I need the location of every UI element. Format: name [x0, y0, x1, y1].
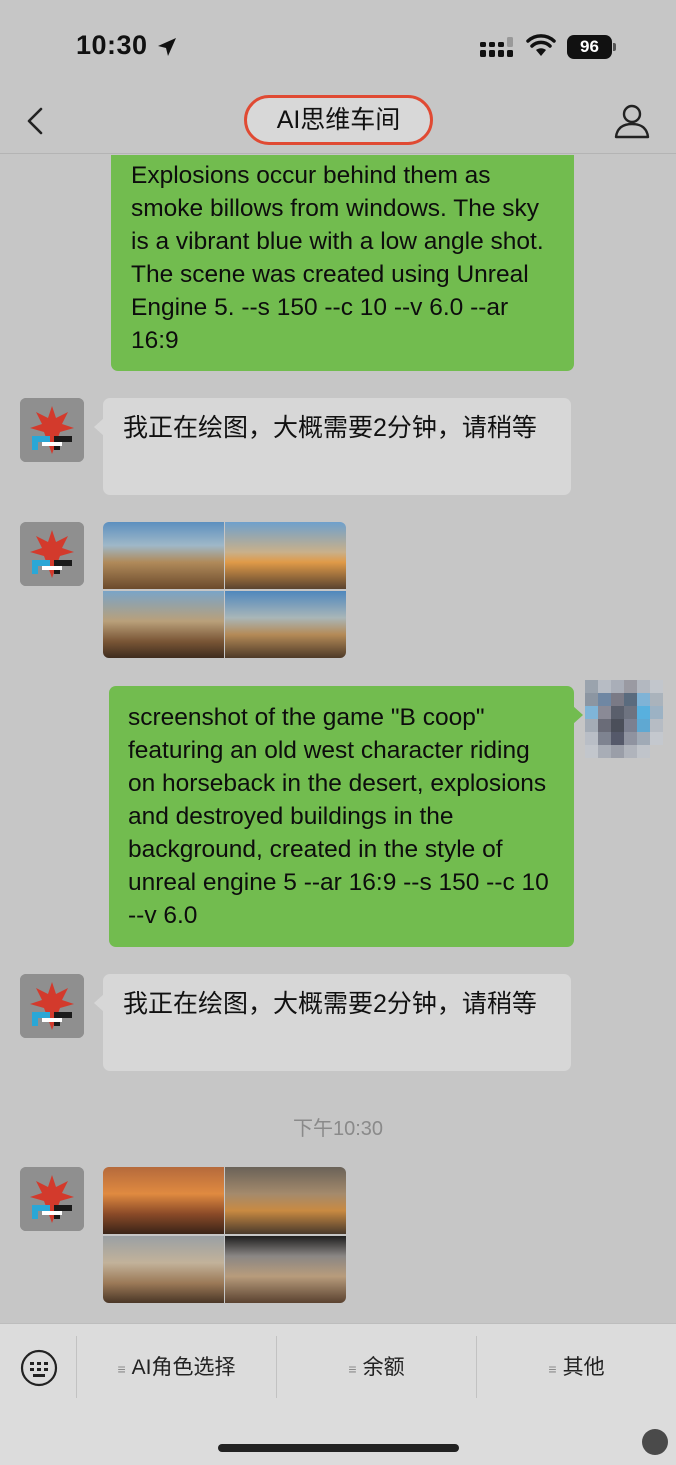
generated-image-1[interactable] [103, 1167, 224, 1234]
list-icon: ≡ [117, 1361, 126, 1377]
list-icon: ≡ [548, 1361, 557, 1377]
bot-logo-icon [20, 1167, 84, 1231]
wifi-icon [526, 34, 556, 56]
generated-image-4[interactable] [225, 1236, 346, 1303]
generated-image-2[interactable] [225, 1167, 346, 1234]
generated-image-1[interactable] [103, 522, 224, 589]
cellular-signal-icon [480, 37, 513, 57]
generated-image-2[interactable] [225, 522, 346, 589]
chat-title: AI思维车间 [244, 95, 433, 145]
status-bar: 10:30 96 [0, 0, 676, 92]
battery-level: 96 [567, 35, 612, 59]
bot-avatar[interactable] [20, 974, 84, 1038]
message-text: Explosions occur behind them as smoke bi… [131, 162, 544, 354]
message-timestamp: 下午10:30 [292, 1118, 384, 1140]
bubble-tail [94, 994, 104, 1012]
user-avatar[interactable] [585, 680, 663, 758]
bot-avatar[interactable] [20, 1167, 84, 1231]
battery-tip [613, 43, 616, 51]
message-list[interactable]: Explosions occur behind them as smoke bi… [0, 155, 676, 1323]
location-arrow-icon [158, 38, 176, 56]
status-time: 10:30 [76, 30, 148, 60]
bot-logo-icon [20, 398, 84, 462]
generated-image-3[interactable] [103, 1236, 224, 1303]
user-message-bubble[interactable]: Explosions occur behind them as smoke bi… [111, 155, 574, 371]
generated-image-4[interactable] [225, 591, 346, 658]
bottom-safe-area [0, 1411, 676, 1465]
message-text: 我正在绘图，大概需要2分钟，请稍等 [123, 990, 537, 1018]
menu-item-label: 其他 [562, 1356, 605, 1379]
message-text: 我正在绘图，大概需要2分钟，请稍等 [123, 414, 537, 442]
home-indicator[interactable] [218, 1444, 459, 1452]
bubble-tail [573, 706, 583, 724]
bot-message-bubble[interactable]: 我正在绘图，大概需要2分钟，请稍等 [94, 398, 571, 495]
user-message-bubble[interactable]: screenshot of the game "B coop" featurin… [109, 686, 583, 947]
menu-item-label: 余额 [362, 1356, 405, 1379]
generated-image-grid[interactable] [103, 522, 346, 658]
list-icon: ≡ [348, 1361, 357, 1377]
menu-item-other[interactable]: ≡ 其他 [477, 1324, 676, 1412]
person-icon[interactable] [613, 102, 651, 140]
bot-message-bubble[interactable]: 我正在绘图，大概需要2分钟，请稍等 [94, 974, 571, 1071]
chevron-left-icon[interactable] [22, 106, 48, 136]
menu-item-label: AI角色选择 [131, 1356, 236, 1379]
battery-indicator: 96 [567, 35, 617, 59]
bot-avatar[interactable] [20, 398, 84, 462]
bot-logo-icon [20, 522, 84, 586]
generated-image-3[interactable] [103, 591, 224, 658]
translate-icon[interactable] [642, 1429, 668, 1455]
menu-item-ai-role[interactable]: ≡ AI角色选择 [77, 1324, 276, 1412]
pixelated-avatar-icon [585, 680, 663, 758]
keyboard-icon[interactable] [20, 1349, 58, 1387]
bot-avatar[interactable] [20, 522, 84, 586]
chat-header: AI思维车间 [0, 92, 676, 154]
message-text: screenshot of the game "B coop" featurin… [128, 704, 549, 929]
bubble-tail [94, 418, 104, 436]
bot-logo-icon [20, 974, 84, 1038]
generated-image-grid[interactable] [103, 1167, 346, 1303]
menu-item-balance[interactable]: ≡ 余额 [277, 1324, 476, 1412]
chat-menu-bar: ≡ AI角色选择 ≡ 余额 ≡ 其他 [0, 1323, 676, 1411]
